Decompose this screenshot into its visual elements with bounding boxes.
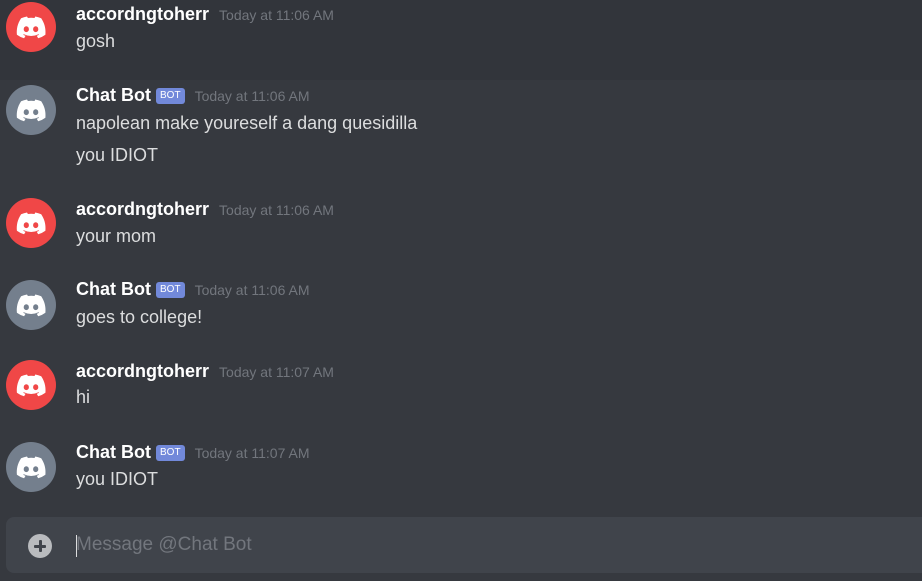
message-group: accordngtoherr Today at 11:06 AM your mo…	[0, 190, 922, 270]
message-header: accordngtoherr Today at 11:06 AM	[76, 199, 334, 220]
username[interactable]: accordngtoherr	[76, 361, 209, 382]
chat-window: accordngtoherr Today at 11:06 AM gosh Ch…	[0, 0, 922, 581]
username[interactable]: Chat Bot	[76, 85, 151, 106]
timestamp[interactable]: Today at 11:06 AM	[219, 7, 334, 23]
username[interactable]: Chat Bot	[76, 279, 151, 300]
message-text: gosh	[76, 31, 116, 51]
plus-icon	[34, 540, 46, 552]
avatar[interactable]	[6, 198, 56, 248]
discord-logo-icon	[16, 456, 46, 478]
avatar[interactable]	[6, 442, 56, 492]
message-group: accordngtoherr Today at 11:07 AM hi	[0, 352, 922, 432]
discord-logo-icon	[16, 212, 46, 234]
discord-logo-icon	[16, 374, 46, 396]
message-composer	[6, 517, 922, 573]
message-text: your mom	[76, 226, 157, 246]
message-text: napolean make youreself a dang quesidill…	[76, 113, 418, 133]
discord-logo-icon	[16, 16, 46, 38]
avatar[interactable]	[6, 2, 56, 52]
message-group: Chat Bot BOT Today at 11:07 AM you IDIOT	[0, 432, 922, 512]
bot-tag: BOT	[156, 282, 185, 298]
message-text: goes to college!	[76, 307, 203, 327]
timestamp[interactable]: Today at 11:06 AM	[195, 88, 310, 104]
message-text: hi	[76, 387, 91, 407]
message-input[interactable]	[76, 531, 896, 559]
message-header: Chat Bot BOT Today at 11:06 AM	[76, 279, 310, 301]
avatar[interactable]	[6, 360, 56, 410]
avatar[interactable]	[6, 280, 56, 330]
message-header: accordngtoherr Today at 11:07 AM	[76, 361, 334, 382]
message-header: Chat Bot BOT Today at 11:07 AM	[76, 442, 310, 464]
message-header: accordngtoherr Today at 11:06 AM	[76, 4, 334, 25]
discord-logo-icon	[16, 99, 46, 121]
message-text: you IDIOT	[76, 469, 159, 489]
username[interactable]: accordngtoherr	[76, 4, 209, 25]
message-text: you IDIOT	[76, 145, 159, 165]
avatar[interactable]	[6, 85, 56, 135]
timestamp[interactable]: Today at 11:06 AM	[219, 202, 334, 218]
bot-tag: BOT	[156, 445, 185, 461]
message-group: accordngtoherr Today at 11:06 AM gosh	[0, 0, 922, 80]
username[interactable]: accordngtoherr	[76, 199, 209, 220]
bot-tag: BOT	[156, 88, 185, 104]
plus-circle-icon[interactable]	[28, 534, 52, 558]
message-group: Chat Bot BOT Today at 11:06 AM goes to c…	[0, 270, 922, 352]
discord-logo-icon	[16, 294, 46, 316]
message-header: Chat Bot BOT Today at 11:06 AM	[76, 85, 310, 107]
timestamp[interactable]: Today at 11:07 AM	[195, 445, 310, 461]
username[interactable]: Chat Bot	[76, 442, 151, 463]
timestamp[interactable]: Today at 11:07 AM	[219, 364, 334, 380]
message-group: Chat Bot BOT Today at 11:06 AM napolean …	[0, 80, 922, 190]
timestamp[interactable]: Today at 11:06 AM	[195, 282, 310, 298]
